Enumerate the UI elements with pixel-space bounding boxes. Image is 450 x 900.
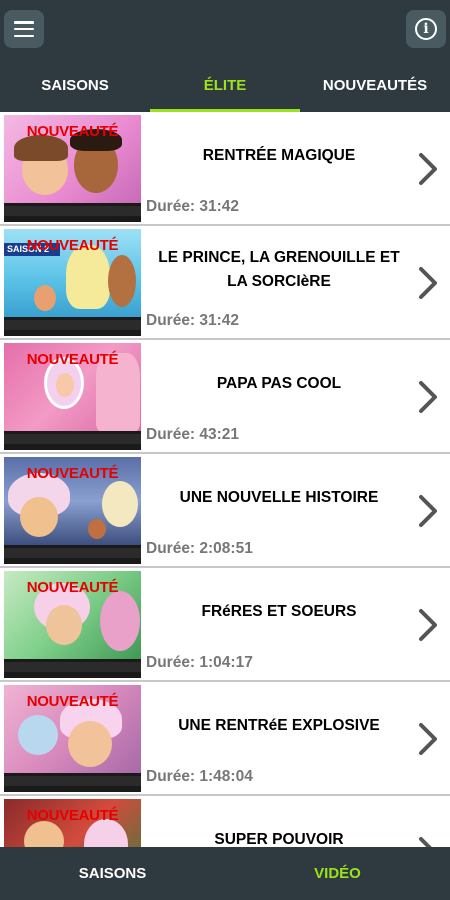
episode-row[interactable]: NOUVEAUTÉ SUPER POUVOIR — [0, 796, 450, 847]
episode-thumbnail: SAISON 2 NOUVEAUTÉ — [4, 229, 141, 336]
new-badge: NOUVEAUTÉ — [26, 693, 119, 710]
chevron-right-icon — [419, 609, 437, 641]
episode-thumbnail: NOUVEAUTÉ — [4, 115, 141, 222]
episode-thumbnail: NOUVEAUTÉ — [4, 343, 141, 450]
bottom-navigation: SAISONS VIDÉO — [0, 847, 450, 900]
chevron-right-icon — [419, 267, 437, 299]
new-badge: NOUVEAUTÉ — [26, 579, 119, 596]
episode-thumbnail: NOUVEAUTÉ — [4, 685, 141, 792]
episode-title: FRéRES ET SOEURS — [201, 603, 357, 620]
episode-row[interactable]: NOUVEAUTÉ UNE RENTRéE EXPLOSIVE Durée: 1… — [0, 682, 450, 796]
episode-row[interactable]: NOUVEAUTÉ UNE NOUVELLE HISTOIRE Durée: 2… — [0, 454, 450, 568]
new-badge: NOUVEAUTÉ — [26, 465, 119, 482]
chevron-right-icon — [419, 381, 437, 413]
episode-row[interactable]: SAISON 2 NOUVEAUTÉ LE PRINCE, LA GRENOUI… — [0, 226, 450, 340]
top-tabs: SAISONS ÉLITE NOUVEAUTÉS — [0, 59, 450, 112]
info-icon: i — [415, 18, 437, 40]
episode-duration: Durée: 1:48:04 — [146, 768, 253, 785]
info-button[interactable]: i — [406, 10, 446, 48]
episode-title: RENTRÉE MAGIQUE — [202, 147, 356, 164]
new-badge: NOUVEAUTÉ — [26, 807, 119, 824]
new-badge: NOUVEAUTÉ — [26, 351, 119, 368]
episode-row[interactable]: NOUVEAUTÉ PAPA PAS COOL Durée: 43:21 — [0, 340, 450, 454]
chevron-right-icon — [419, 495, 437, 527]
episode-thumbnail: NOUVEAUTÉ — [4, 457, 141, 564]
chevron-right-icon — [419, 153, 437, 185]
hamburger-menu-icon — [14, 21, 34, 37]
bottom-tab-video[interactable]: VIDÉO — [225, 847, 450, 900]
episode-thumbnail: NOUVEAUTÉ — [4, 571, 141, 678]
episode-row[interactable]: NOUVEAUTÉ FRéRES ET SOEURS Durée: 1:04:1… — [0, 568, 450, 682]
episode-title: PAPA PAS COOL — [216, 375, 342, 392]
tab-saisons[interactable]: SAISONS — [0, 59, 150, 112]
episode-list[interactable]: NOUVEAUTÉ RENTRÉE MAGIQUE Durée: 31:42 S… — [0, 112, 450, 847]
bottom-tab-saisons[interactable]: SAISONS — [0, 847, 225, 900]
tab-elite[interactable]: ÉLITE — [150, 59, 300, 112]
episode-duration: Durée: 1:04:17 — [146, 654, 253, 671]
episode-title: UNE NOUVELLE HISTOIRE — [179, 489, 379, 506]
episode-row[interactable]: NOUVEAUTÉ RENTRÉE MAGIQUE Durée: 31:42 — [0, 112, 450, 226]
episode-thumbnail: NOUVEAUTÉ — [4, 799, 141, 847]
episode-duration: Durée: 31:42 — [146, 198, 240, 215]
episode-duration: Durée: 2:08:51 — [146, 540, 253, 557]
new-badge: NOUVEAUTÉ — [26, 237, 119, 254]
top-app-bar: i — [0, 0, 450, 59]
tab-nouveautes[interactable]: NOUVEAUTÉS — [300, 59, 450, 112]
episode-title: UNE RENTRéE EXPLOSIVE — [178, 717, 380, 734]
new-badge: NOUVEAUTÉ — [26, 123, 119, 140]
chevron-right-icon — [419, 723, 437, 755]
episode-duration: Durée: 31:42 — [146, 312, 240, 329]
episode-duration: Durée: 43:21 — [146, 426, 240, 443]
menu-button[interactable] — [4, 10, 44, 48]
episode-title: LE PRINCE, LA GRENOUILLE ET LA SORCIèRE — [158, 249, 400, 290]
chevron-right-icon — [419, 837, 432, 847]
episode-title: SUPER POUVOIR — [214, 831, 344, 847]
